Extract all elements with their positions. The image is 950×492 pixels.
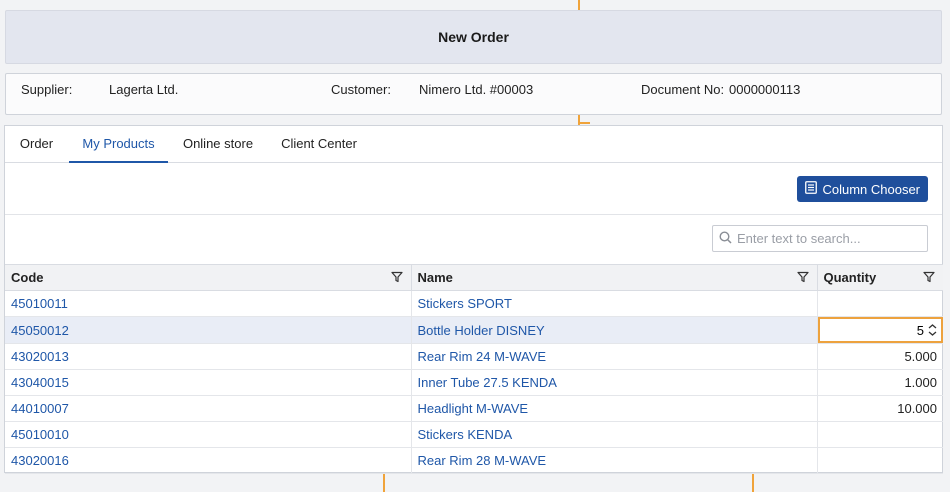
quantity-cell[interactable]: 1.000 (817, 369, 943, 396)
customer-value: Nimero Ltd. #00003 (419, 82, 534, 97)
list-icon (805, 181, 818, 197)
guide-line (578, 122, 590, 124)
tab-client-center[interactable]: Client Center (268, 126, 370, 163)
column-header-quantity[interactable]: Quantity (817, 264, 943, 291)
supplier-label: Supplier: (21, 82, 73, 97)
quantity-stepper[interactable] (817, 317, 943, 343)
guide-line (383, 472, 385, 492)
product-code-link[interactable]: 45010010 (11, 427, 69, 442)
column-header-label: Name (417, 270, 453, 285)
table-row[interactable]: 43040015 Inner Tube 27.5 KENDA 1.000 (5, 369, 943, 396)
supplier-value: Lagerta Ltd. (109, 82, 179, 97)
column-header-label: Code (11, 270, 44, 285)
product-code-link[interactable]: 45010011 (11, 296, 68, 311)
product-code-link[interactable]: 44010007 (11, 401, 69, 416)
search-area (5, 215, 942, 264)
table-row[interactable]: 43020016 Rear Rim 28 M-WAVE (5, 447, 943, 474)
column-header-code[interactable]: Code (5, 264, 412, 291)
column-chooser-button[interactable]: Column Chooser (797, 176, 928, 202)
order-info-bar: Supplier: Lagerta Ltd. Customer: Nimero … (5, 73, 942, 115)
product-code-link[interactable]: 43020016 (11, 453, 69, 468)
table-row[interactable]: 43020013 Rear Rim 24 M-WAVE 5.000 (5, 343, 943, 370)
tab-bar: Order My Products Online store Client Ce… (5, 126, 942, 163)
document-value: 0000000113 (729, 82, 801, 97)
filter-icon[interactable] (923, 271, 935, 286)
page-title-bar: New Order (5, 10, 942, 64)
search-box[interactable] (712, 225, 928, 252)
spinner-arrows-icon[interactable] (928, 320, 937, 340)
customer-label: Customer: (331, 82, 391, 97)
quantity-input[interactable] (838, 322, 928, 338)
guide-line (752, 472, 754, 492)
document-label: Document No: (641, 82, 725, 97)
filter-icon[interactable] (796, 271, 809, 286)
table-row[interactable]: 45010011 Stickers SPORT (5, 290, 943, 317)
quantity-cell[interactable]: 5.000 (817, 343, 943, 370)
product-name-link[interactable]: Rear Rim 28 M-WAVE (418, 453, 547, 468)
product-name-link[interactable]: Stickers KENDA (418, 427, 513, 442)
tab-my-products[interactable]: My Products (69, 126, 168, 163)
search-icon (719, 230, 732, 247)
product-code-link[interactable]: 43020013 (11, 349, 69, 364)
quantity-cell[interactable]: 10.000 (817, 395, 943, 422)
quantity-cell[interactable] (817, 421, 943, 448)
order-panel: Order My Products Online store Client Ce… (4, 125, 943, 474)
table-row[interactable]: 45050012 Bottle Holder DISNEY (5, 316, 943, 344)
column-header-label: Quantity (823, 270, 877, 285)
product-name-link[interactable]: Stickers SPORT (418, 296, 512, 311)
product-name-link[interactable]: Inner Tube 27.5 KENDA (418, 375, 557, 390)
filter-icon[interactable] (390, 271, 403, 286)
table-row[interactable]: 44010007 Headlight M-WAVE 10.000 (5, 395, 943, 422)
table-row[interactable]: 45010010 Stickers KENDA (5, 421, 943, 448)
page-title: New Order (438, 29, 509, 45)
product-name-link[interactable]: Rear Rim 24 M-WAVE (418, 349, 547, 364)
product-name-link[interactable]: Headlight M-WAVE (418, 401, 529, 416)
table-header-row: Code Name Quantity (5, 264, 943, 291)
column-chooser-label: Column Chooser (822, 181, 920, 197)
guide-line (578, 0, 580, 10)
quantity-cell[interactable] (817, 447, 943, 474)
products-table: Code Name Quantity 45010011 Stickers SPO… (5, 264, 943, 474)
product-code-link[interactable]: 45050012 (11, 323, 69, 338)
quantity-cell[interactable] (817, 290, 943, 317)
tab-order[interactable]: Order (5, 126, 68, 163)
product-code-link[interactable]: 43040015 (11, 375, 69, 390)
grid-toolbar: Column Chooser (5, 163, 942, 215)
search-input[interactable] (737, 231, 917, 246)
tab-online-store[interactable]: Online store (168, 126, 268, 163)
column-header-name[interactable]: Name (411, 264, 818, 291)
quantity-cell[interactable] (817, 316, 943, 344)
product-name-link[interactable]: Bottle Holder DISNEY (418, 323, 545, 338)
